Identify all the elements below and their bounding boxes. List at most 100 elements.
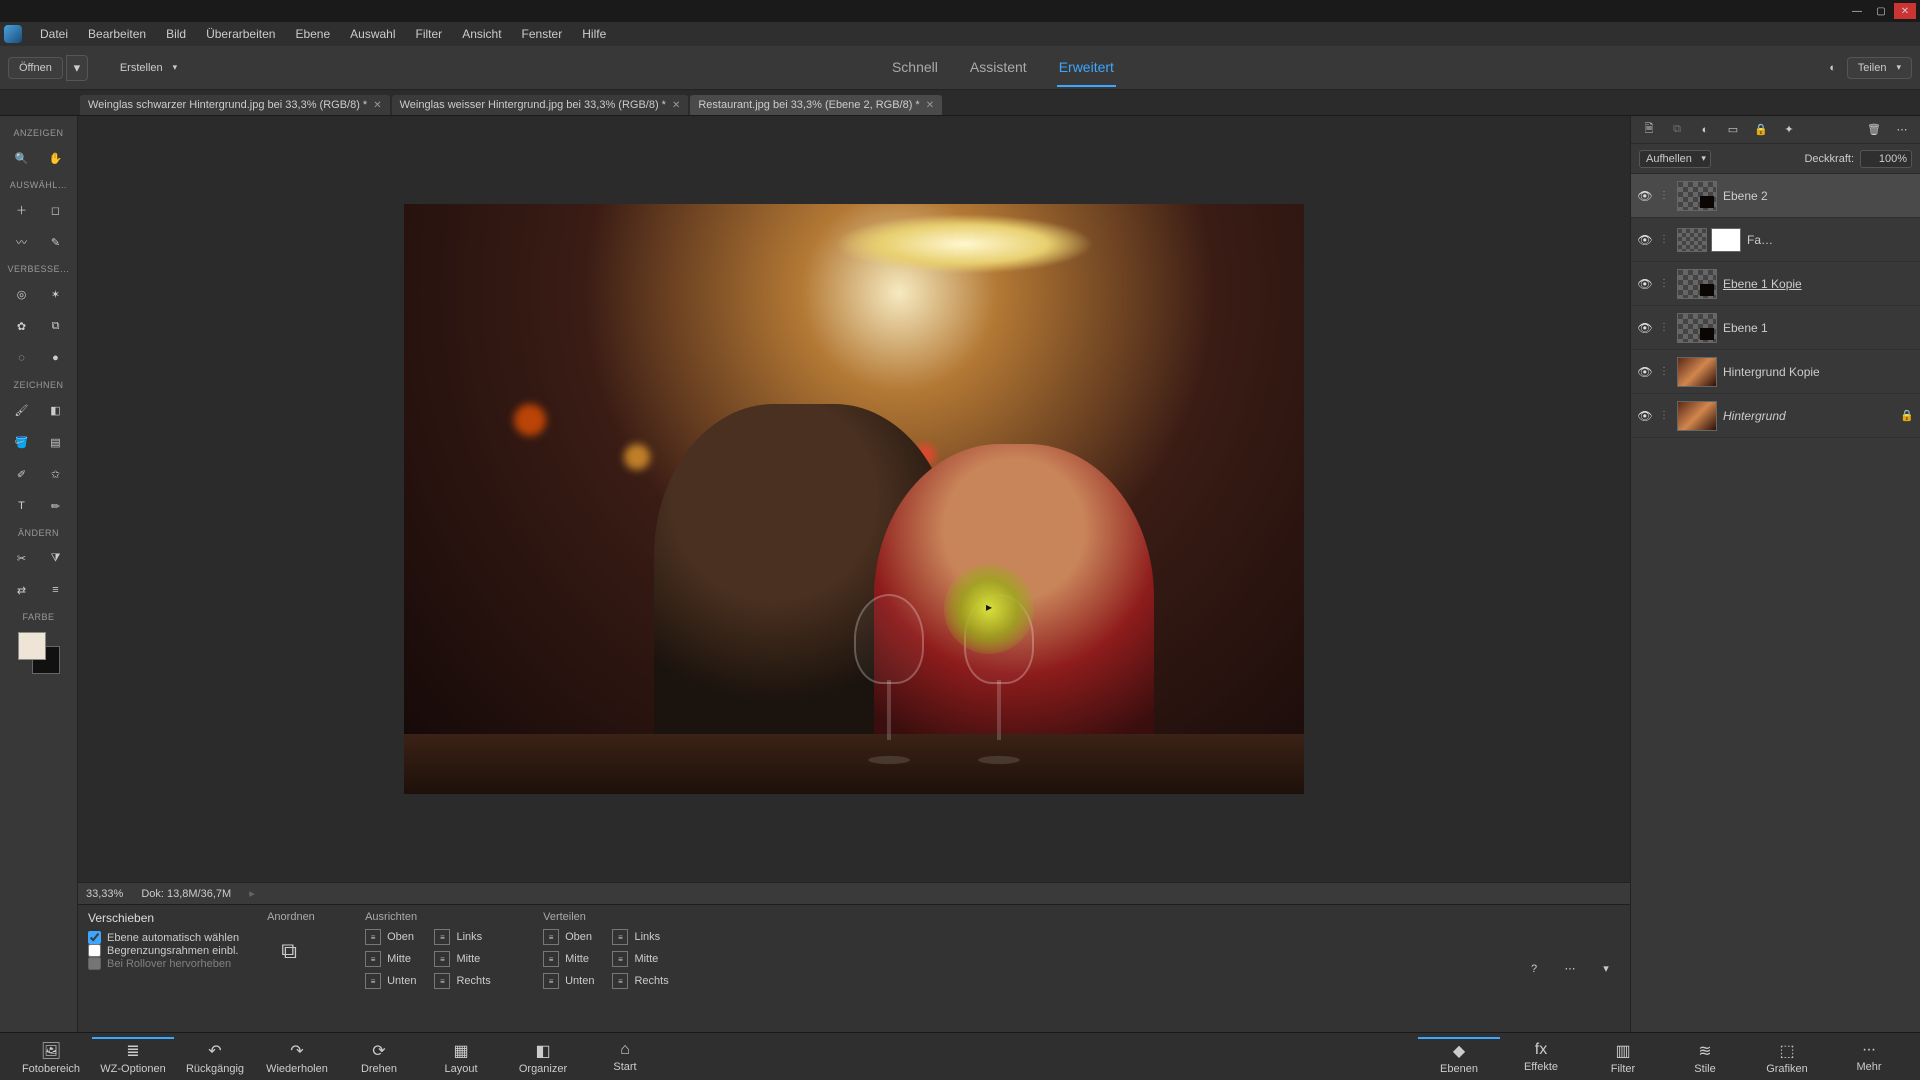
- document-tab[interactable]: Weinglas weisser Hintergrund.jpg bei 33,…: [392, 95, 689, 115]
- tool-crop[interactable]: ✂: [8, 544, 36, 572]
- color-swatch[interactable]: [18, 632, 60, 674]
- mode-assistent[interactable]: Assistent: [968, 49, 1029, 87]
- bottom-start[interactable]: ⌂Start: [584, 1037, 666, 1077]
- layer-visibility-icon[interactable]: 👁: [1637, 408, 1653, 424]
- adjustment-layer-icon[interactable]: ◐: [1695, 120, 1715, 140]
- align-rechts[interactable]: ≡Rechts: [612, 973, 668, 989]
- create-dropdown-button[interactable]: Erstellen: [110, 58, 187, 78]
- layer-link-icon[interactable]: ⋮: [1659, 234, 1671, 245]
- panel-menu-icon[interactable]: ⋯: [1556, 955, 1584, 983]
- menu-filter[interactable]: Filter: [406, 22, 453, 46]
- align-oben[interactable]: ≡Oben: [365, 929, 416, 945]
- tool-zoom[interactable]: 🔍: [8, 144, 36, 172]
- tool-quick-select[interactable]: ✎: [42, 228, 70, 256]
- align-mitte[interactable]: ≡Mitte: [612, 951, 668, 967]
- menu-bearbeiten[interactable]: Bearbeiten: [78, 22, 156, 46]
- layer-row[interactable]: 👁⋮Hintergrund🔒: [1631, 394, 1920, 438]
- layer-row[interactable]: 👁⋮Ebene 1: [1631, 306, 1920, 350]
- tool-move-content[interactable]: ⇄: [8, 576, 36, 604]
- layer-mask-icon[interactable]: ▭: [1723, 120, 1743, 140]
- bottom-rückgängig[interactable]: ↶Rückgängig: [174, 1037, 256, 1077]
- document-tab[interactable]: Weinglas schwarzer Hintergrund.jpg bei 3…: [80, 95, 390, 115]
- layer-link-icon[interactable]: ⋮: [1659, 190, 1671, 201]
- menu-auswahl[interactable]: Auswahl: [340, 22, 405, 46]
- bottom-grafiken[interactable]: ⬚Grafiken: [1746, 1037, 1828, 1077]
- layer-fx-icon[interactable]: ✦: [1779, 120, 1799, 140]
- menu-ebene[interactable]: Ebene: [285, 22, 340, 46]
- bottom-filter[interactable]: ▥Filter: [1582, 1037, 1664, 1077]
- tool-brush[interactable]: 🖌: [8, 396, 36, 424]
- bottom-fotobereich[interactable]: 🖼Fotobereich: [10, 1037, 92, 1077]
- menu-datei[interactable]: Datei: [30, 22, 78, 46]
- align-links[interactable]: ≡Links: [612, 929, 668, 945]
- tool-straighten[interactable]: ≡: [42, 576, 70, 604]
- layer-row[interactable]: 👁⋮Ebene 2: [1631, 174, 1920, 218]
- layer-visibility-icon[interactable]: 👁: [1637, 232, 1653, 248]
- bottom-drehen[interactable]: ⟳Drehen: [338, 1037, 420, 1077]
- tool-eraser[interactable]: ◧: [42, 396, 70, 424]
- bottom-stile[interactable]: ≋Stile: [1664, 1037, 1746, 1077]
- new-layer-icon[interactable]: 🗎: [1639, 120, 1659, 140]
- layer-visibility-icon[interactable]: 👁: [1637, 276, 1653, 292]
- collapse-panel-icon[interactable]: ▾: [1592, 955, 1620, 983]
- menu-ansicht[interactable]: Ansicht: [452, 22, 511, 46]
- bottom-layout[interactable]: ▦Layout: [420, 1037, 502, 1077]
- align-rechts[interactable]: ≡Rechts: [434, 973, 490, 989]
- tool-shape[interactable]: ✩: [42, 460, 70, 488]
- share-button[interactable]: Teilen: [1847, 57, 1912, 79]
- layer-link-icon[interactable]: ⋮: [1659, 322, 1671, 333]
- layer-visibility-icon[interactable]: 👁: [1637, 320, 1653, 336]
- close-tab-icon[interactable]: ✕: [672, 100, 680, 111]
- close-tab-icon[interactable]: ✕: [926, 100, 934, 111]
- tool-picker[interactable]: ✐: [8, 460, 36, 488]
- menu-fenster[interactable]: Fenster: [512, 22, 573, 46]
- layer-link-icon[interactable]: ⋮: [1659, 278, 1671, 289]
- layer-link-icon[interactable]: ⋮: [1659, 410, 1671, 421]
- help-icon[interactable]: ?: [1520, 955, 1548, 983]
- menu-bild[interactable]: Bild: [156, 22, 196, 46]
- layer-row[interactable]: 👁⋮Hintergrund Kopie: [1631, 350, 1920, 394]
- document-tab[interactable]: Restaurant.jpg bei 33,3% (Ebene 2, RGB/8…: [690, 95, 942, 115]
- align-links[interactable]: ≡Links: [434, 929, 490, 945]
- bottom-wiederholen[interactable]: ↷Wiederholen: [256, 1037, 338, 1077]
- layer-visibility-icon[interactable]: 👁: [1637, 188, 1653, 204]
- delete-layer-icon[interactable]: 🗑: [1864, 120, 1884, 140]
- layer-link-icon[interactable]: ⋮: [1659, 366, 1671, 377]
- window-close-button[interactable]: ✕: [1894, 3, 1916, 19]
- mode-erweitert[interactable]: Erweitert: [1057, 49, 1116, 87]
- opacity-field[interactable]: 100%: [1860, 150, 1912, 168]
- tool-recompose[interactable]: ⧩: [42, 544, 70, 572]
- option-checkbox[interactable]: Begrenzungsrahmen einbl.: [88, 944, 239, 957]
- align-mitte[interactable]: ≡Mitte: [543, 951, 594, 967]
- appearance-toggle-icon[interactable]: ◐: [1819, 54, 1847, 82]
- align-mitte[interactable]: ≡Mitte: [365, 951, 416, 967]
- layer-visibility-icon[interactable]: 👁: [1637, 364, 1653, 380]
- tool-clone[interactable]: ⧉: [42, 312, 70, 340]
- tool-hand[interactable]: ✋: [42, 144, 70, 172]
- bottom-effekte[interactable]: fxEffekte: [1500, 1037, 1582, 1077]
- panel-options-icon[interactable]: ⋯: [1892, 120, 1912, 140]
- tool-pencil[interactable]: ✏: [42, 492, 70, 520]
- align-mitte[interactable]: ≡Mitte: [434, 951, 490, 967]
- arrange-icon[interactable]: ⧉: [267, 929, 311, 973]
- blend-mode-select[interactable]: Aufhellen: [1639, 150, 1711, 168]
- option-checkbox[interactable]: Ebene automatisch wählen: [88, 931, 239, 944]
- window-maximize-button[interactable]: ▢: [1870, 3, 1892, 19]
- bottom-mehr[interactable]: ∙∙∙Mehr: [1828, 1037, 1910, 1077]
- bottom-wz-optionen[interactable]: ≣WZ-Optionen: [92, 1037, 174, 1077]
- open-button[interactable]: Öffnen: [8, 57, 63, 79]
- close-tab-icon[interactable]: ✕: [373, 100, 381, 111]
- tool-smart-brush[interactable]: ✿: [8, 312, 36, 340]
- bottom-organizer[interactable]: ◧Organizer: [502, 1037, 584, 1077]
- tool-blur-tool[interactable]: ◌: [8, 344, 36, 372]
- tool-fill[interactable]: 🪣: [8, 428, 36, 456]
- window-minimize-button[interactable]: —: [1846, 3, 1868, 19]
- tool-type[interactable]: T: [8, 492, 36, 520]
- align-oben[interactable]: ≡Oben: [543, 929, 594, 945]
- tool-eye-tool[interactable]: ◎: [8, 280, 36, 308]
- open-dropdown-button[interactable]: ▾: [66, 55, 88, 81]
- tool-lasso[interactable]: 〰: [8, 228, 36, 256]
- menu-hilfe[interactable]: Hilfe: [572, 22, 616, 46]
- layer-row[interactable]: 👁⋮Ebene 1 Kopie: [1631, 262, 1920, 306]
- menu-überarbeiten[interactable]: Überarbeiten: [196, 22, 285, 46]
